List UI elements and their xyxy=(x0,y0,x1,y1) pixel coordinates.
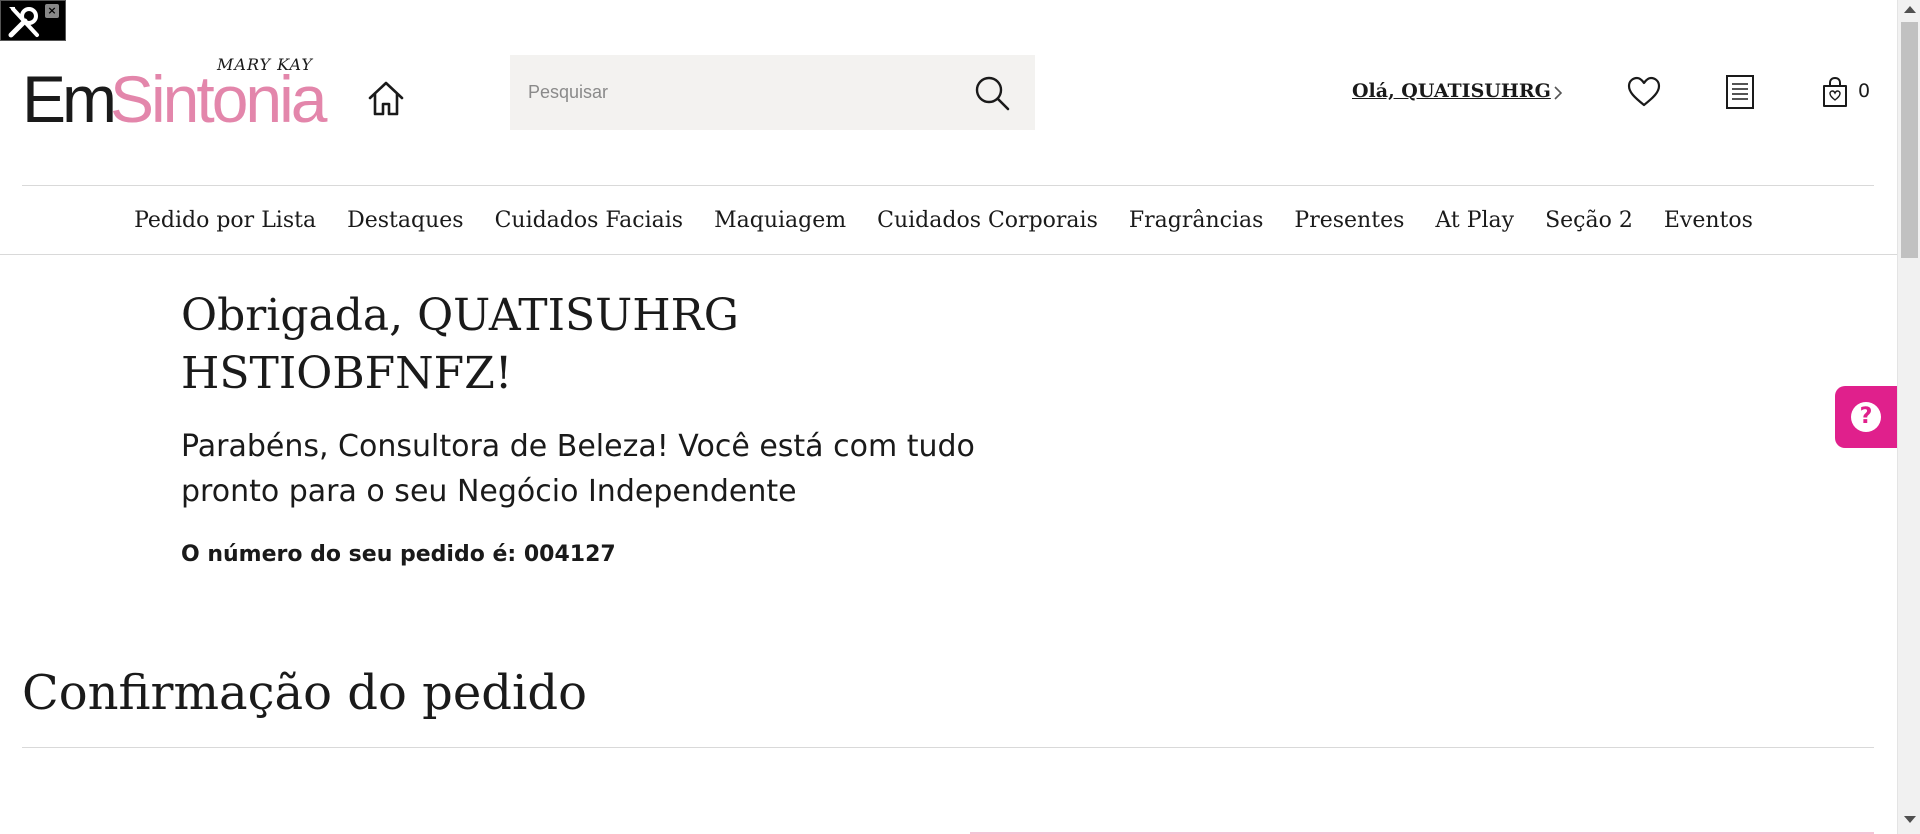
nav-item-pedido-por-lista[interactable]: Pedido por Lista xyxy=(134,208,316,233)
help-button[interactable]: ? xyxy=(1835,386,1897,448)
nav-item-secao-2[interactable]: Seção 2 xyxy=(1545,208,1633,233)
bag-icon[interactable] xyxy=(1822,76,1848,108)
nav-item-destaques[interactable]: Destaques xyxy=(347,208,463,233)
page-scrollbar[interactable] xyxy=(1897,0,1920,834)
chevron-right-icon xyxy=(1554,86,1563,100)
question-icon: ? xyxy=(1851,402,1881,432)
nav-item-cuidados-corporais[interactable]: Cuidados Corporais xyxy=(877,208,1098,233)
heart-icon[interactable] xyxy=(1626,76,1662,108)
brand-sintonia: Sintonia xyxy=(110,62,328,136)
search-box xyxy=(510,55,1035,130)
brand-logo[interactable]: MARY KAY Em Sintonia xyxy=(22,55,352,136)
scroll-down-arrow-icon[interactable] xyxy=(1904,816,1916,823)
nav-item-at-play[interactable]: At Play xyxy=(1435,208,1514,233)
order-number: O número do seu pedido é: 004127 xyxy=(181,542,616,567)
order-confirmation-title: Confirmação do pedido xyxy=(22,665,588,721)
cart-count: 0 xyxy=(1858,80,1871,102)
brand-em: Em xyxy=(22,62,117,136)
scroll-up-arrow-icon[interactable] xyxy=(1904,6,1916,13)
congrats-message: Parabéns, Consultora de Beleza! Você est… xyxy=(181,429,975,509)
search-input[interactable] xyxy=(528,55,958,130)
nav-item-eventos[interactable]: Eventos xyxy=(1664,208,1753,233)
confirmation-divider xyxy=(22,747,1874,748)
thank-you-heading: Obrigada, QUATISUHRG HSTIOBFNFZ! xyxy=(181,287,901,403)
search-icon[interactable] xyxy=(972,73,1012,113)
nav-item-cuidados-faciais[interactable]: Cuidados Faciais xyxy=(495,208,684,233)
nav-item-presentes[interactable]: Presentes xyxy=(1294,208,1404,233)
account-greeting-link[interactable]: Olá, QUATISUHRG xyxy=(1352,80,1551,102)
thank-you-line-2: HSTIOBFNFZ! xyxy=(181,348,513,399)
thank-you-line-1: Obrigada, QUATISUHRG xyxy=(181,290,739,341)
category-nav: Pedido por Lista Destaques Cuidados Faci… xyxy=(0,186,1897,255)
nav-item-fragrancias[interactable]: Fragrâncias xyxy=(1129,208,1264,233)
list-icon[interactable] xyxy=(1725,74,1755,110)
site-header: MARY KAY Em Sintonia Olá, QUATISUHRG 0 xyxy=(0,0,1897,185)
home-icon[interactable] xyxy=(366,78,406,118)
scrollbar-thumb[interactable] xyxy=(1901,22,1918,258)
nav-item-maquiagem[interactable]: Maquiagem xyxy=(714,208,846,233)
